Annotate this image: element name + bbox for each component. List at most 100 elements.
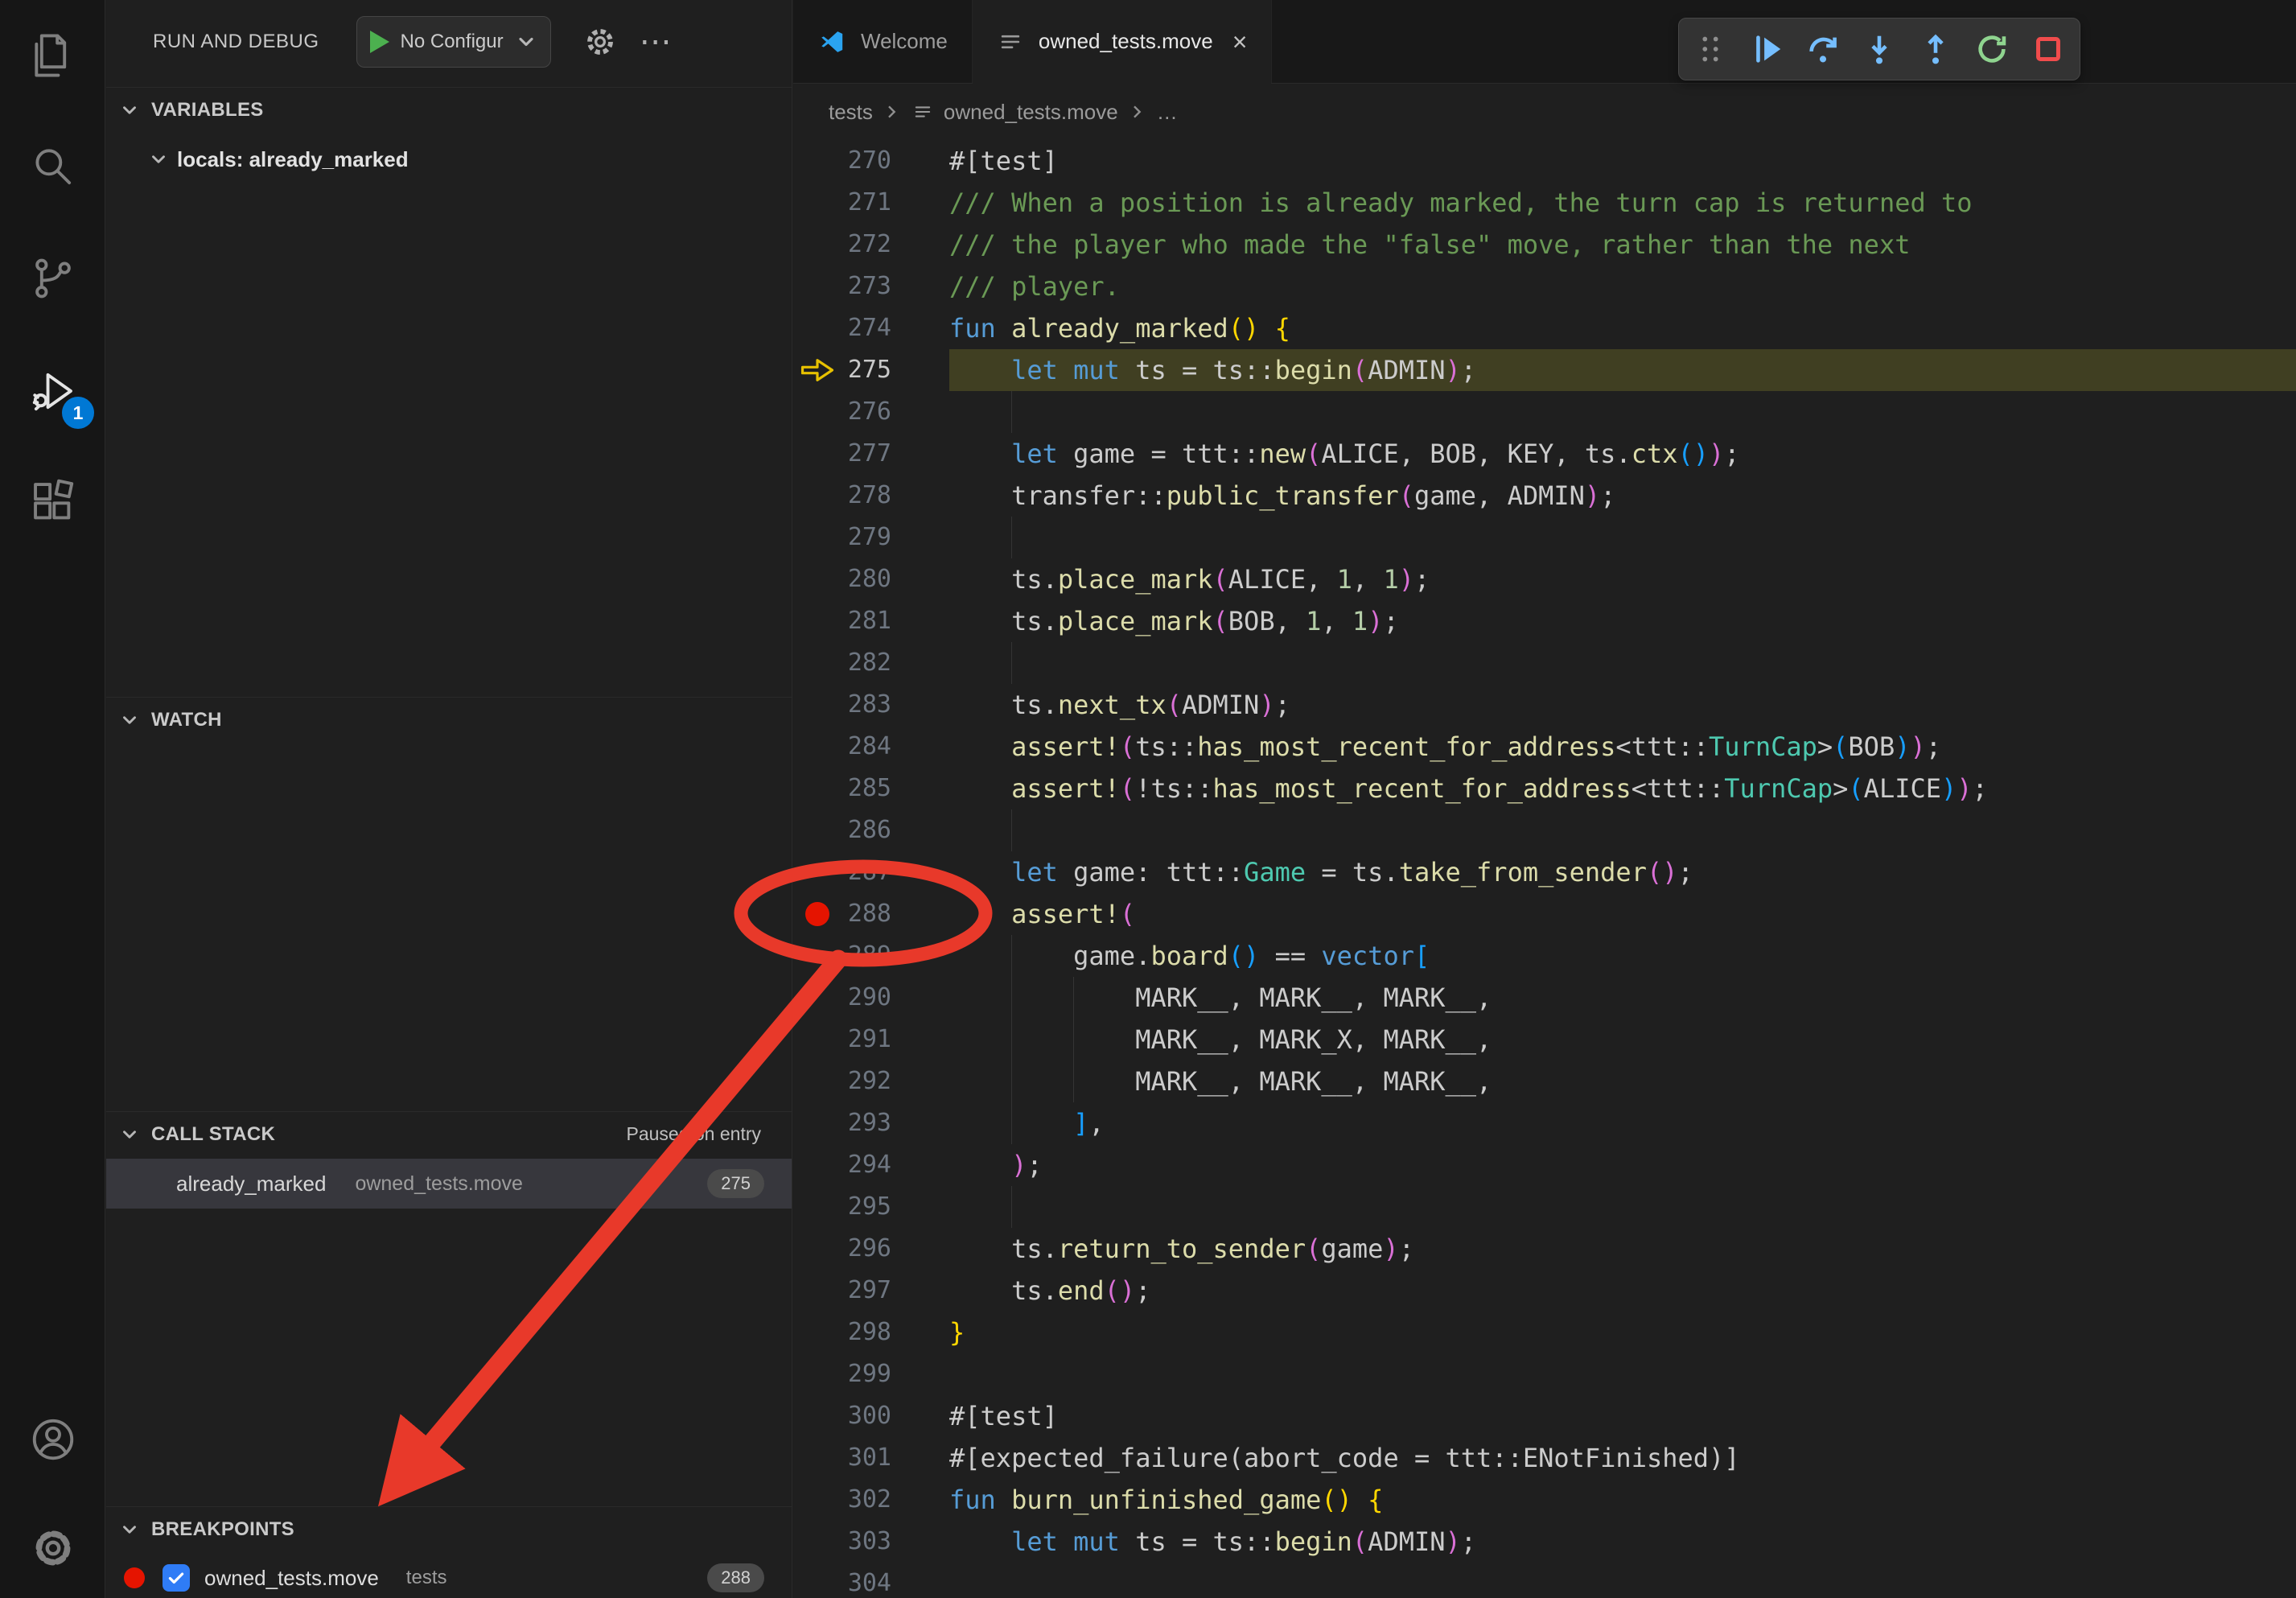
code-line-304[interactable]: 304 <box>793 1563 2296 1598</box>
source-control-icon[interactable] <box>0 234 105 323</box>
code-text[interactable]: MARK__, MARK__, MARK__, <box>949 977 2296 1019</box>
breakpoint-gutter[interactable] <box>793 726 841 768</box>
account-icon[interactable] <box>0 1395 105 1484</box>
code-text[interactable] <box>949 517 2296 558</box>
code-text[interactable]: let mut ts = ts::begin(ADMIN); <box>949 1521 2296 1563</box>
call-stack-section-header[interactable]: CALL STACK Paused on entry <box>106 1111 792 1156</box>
breakpoint-gutter[interactable] <box>793 1061 841 1102</box>
code-text[interactable]: assert!(ts::has_most_recent_for_address<… <box>949 726 2296 768</box>
breakpoint-gutter[interactable] <box>793 1479 841 1521</box>
start-debugging-icon[interactable] <box>370 31 389 53</box>
breakpoint-gutter[interactable] <box>793 809 841 851</box>
code-text[interactable]: #[test] <box>949 140 2296 182</box>
code-text[interactable]: #[test] <box>949 1395 2296 1437</box>
code-text[interactable]: /// the player who made the "false" move… <box>949 224 2296 266</box>
watch-section-header[interactable]: WATCH <box>106 697 792 742</box>
breakpoint-gutter[interactable] <box>793 266 841 307</box>
code-line-274[interactable]: 274fun already_marked() { <box>793 307 2296 349</box>
code-text[interactable] <box>949 642 2296 684</box>
code-line-272[interactable]: 272/// the player who made the "false" m… <box>793 224 2296 266</box>
breakpoint-gutter[interactable] <box>793 1563 841 1598</box>
code-text[interactable] <box>949 1563 2296 1598</box>
code-text[interactable]: let mut ts = ts::begin(ADMIN); <box>949 349 2296 391</box>
code-line-271[interactable]: 271/// When a position is already marked… <box>793 182 2296 224</box>
breakpoint-gutter[interactable] <box>793 1144 841 1186</box>
code-line-273[interactable]: 273/// player. <box>793 266 2296 307</box>
code-text[interactable]: #[expected_failure(abort_code = ttt::ENo… <box>949 1437 2296 1479</box>
restart-button[interactable] <box>1973 31 2010 68</box>
breakpoint-gutter[interactable] <box>793 475 841 517</box>
breakpoint-gutter[interactable] <box>793 140 841 182</box>
breakpoint-checkbox[interactable] <box>163 1564 190 1592</box>
code-line-296[interactable]: 296 ts.return_to_sender(game); <box>793 1228 2296 1270</box>
code-text[interactable]: ts.end(); <box>949 1270 2296 1312</box>
breakpoint-gutter[interactable] <box>793 600 841 642</box>
explorer-icon[interactable] <box>0 11 105 100</box>
code-line-295[interactable]: 295 <box>793 1186 2296 1228</box>
code-text[interactable]: game.board() == vector[ <box>949 935 2296 977</box>
code-text[interactable]: } <box>949 1312 2296 1353</box>
breakpoints-section-header[interactable]: BREAKPOINTS <box>106 1506 792 1551</box>
stop-button[interactable] <box>2030 31 2067 68</box>
code-line-302[interactable]: 302fun burn_unfinished_game() { <box>793 1479 2296 1521</box>
breakpoint-gutter[interactable] <box>793 1019 841 1061</box>
code-line-287[interactable]: 287 let game: ttt::Game = ts.take_from_s… <box>793 851 2296 893</box>
code-line-298[interactable]: 298} <box>793 1312 2296 1353</box>
code-text[interactable]: MARK__, MARK_X, MARK__, <box>949 1019 2296 1061</box>
variables-section-header[interactable]: VARIABLES <box>106 87 792 132</box>
debug-config-picker[interactable]: No Configur <box>356 16 551 68</box>
run-and-debug-icon[interactable]: 1 <box>0 347 105 435</box>
code-text[interactable] <box>949 391 2296 433</box>
step-into-button[interactable] <box>1861 31 1898 68</box>
tab-welcome[interactable]: Welcome <box>793 0 973 83</box>
code-text[interactable]: ts.return_to_sender(game); <box>949 1228 2296 1270</box>
breakpoint-dot[interactable] <box>805 902 829 926</box>
code-text[interactable]: transfer::public_transfer(game, ADMIN); <box>949 475 2296 517</box>
code-line-285[interactable]: 285 assert!(!ts::has_most_recent_for_add… <box>793 768 2296 809</box>
breakpoint-gutter[interactable] <box>793 977 841 1019</box>
call-stack-frame-row[interactable]: already_marked owned_tests.move 275 <box>106 1159 792 1209</box>
code-line-275[interactable]: 275 let mut ts = ts::begin(ADMIN); <box>793 349 2296 391</box>
breakpoint-gutter[interactable] <box>793 1228 841 1270</box>
code-line-278[interactable]: 278 transfer::public_transfer(game, ADMI… <box>793 475 2296 517</box>
code-text[interactable] <box>949 809 2296 851</box>
code-line-292[interactable]: 292 MARK__, MARK__, MARK__, <box>793 1061 2296 1102</box>
tab-owned-tests-move[interactable]: owned_tests.move × <box>973 0 1272 83</box>
code-line-284[interactable]: 284 assert!(ts::has_most_recent_for_addr… <box>793 726 2296 768</box>
code-text[interactable]: ); <box>949 1144 2296 1186</box>
more-actions-icon[interactable]: ⋯ <box>640 34 672 50</box>
breakpoint-gutter[interactable] <box>793 768 841 809</box>
breadcrumb-item-symbol[interactable]: … <box>1157 100 1178 125</box>
breakpoint-gutter[interactable] <box>793 684 841 726</box>
code-line-293[interactable]: 293 ], <box>793 1102 2296 1144</box>
breakpoint-gutter[interactable] <box>793 1270 841 1312</box>
code-line-282[interactable]: 282 <box>793 642 2296 684</box>
code-text[interactable]: ts.next_tx(ADMIN); <box>949 684 2296 726</box>
code-line-280[interactable]: 280 ts.place_mark(ALICE, 1, 1); <box>793 558 2296 600</box>
close-icon[interactable]: × <box>1232 29 1248 55</box>
breakpoint-gutter[interactable] <box>793 1186 841 1228</box>
code-line-288[interactable]: 288 assert!( <box>793 893 2296 935</box>
breadcrumb-item-file[interactable]: owned_tests.move <box>944 100 1118 125</box>
settings-gear-icon[interactable] <box>0 1504 105 1592</box>
breakpoint-gutter[interactable] <box>793 433 841 475</box>
step-over-button[interactable] <box>1804 31 1841 68</box>
code-text[interactable]: MARK__, MARK__, MARK__, <box>949 1061 2296 1102</box>
breakpoint-gutter[interactable] <box>793 558 841 600</box>
breakpoint-list-item[interactable]: owned_tests.move tests 288 <box>106 1556 792 1598</box>
debug-settings-gear-icon[interactable] <box>582 23 619 60</box>
code-line-270[interactable]: 270#[test] <box>793 140 2296 182</box>
extensions-icon[interactable] <box>0 458 105 546</box>
code-line-290[interactable]: 290 MARK__, MARK__, MARK__, <box>793 977 2296 1019</box>
code-text[interactable]: fun already_marked() { <box>949 307 2296 349</box>
breakpoint-gutter[interactable] <box>793 1437 841 1479</box>
breakpoint-gutter[interactable] <box>793 307 841 349</box>
code-text[interactable]: let game: ttt::Game = ts.take_from_sende… <box>949 851 2296 893</box>
code-line-289[interactable]: 289 game.board() == vector[ <box>793 935 2296 977</box>
breakpoint-gutter[interactable] <box>793 1521 841 1563</box>
code-text[interactable]: assert!(!ts::has_most_recent_for_address… <box>949 768 2296 809</box>
code-line-283[interactable]: 283 ts.next_tx(ADMIN); <box>793 684 2296 726</box>
breakpoint-gutter[interactable] <box>793 349 841 391</box>
breakpoint-gutter[interactable] <box>793 642 841 684</box>
variables-scope-row[interactable]: locals: already_marked <box>106 138 792 180</box>
